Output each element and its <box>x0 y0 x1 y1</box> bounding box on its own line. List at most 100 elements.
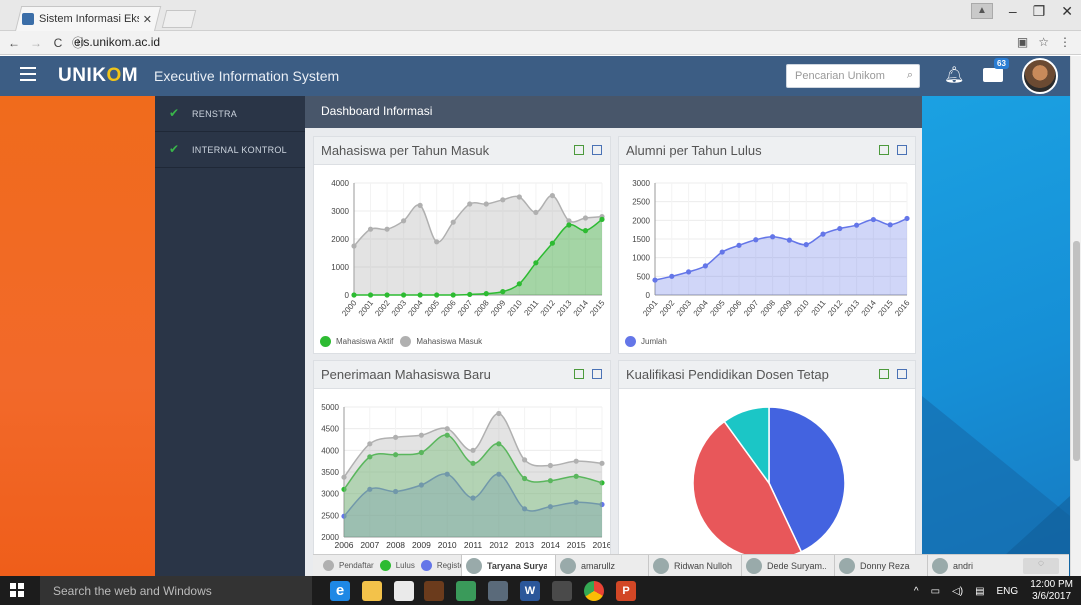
app-icon[interactable] <box>424 581 444 601</box>
y-tick-label: 500 <box>637 272 651 281</box>
page-scrollbar[interactable] <box>1070 56 1081 576</box>
clock[interactable]: 12:00 PM 3/6/2017 <box>1030 579 1073 603</box>
hamburger-menu-icon[interactable] <box>20 67 36 81</box>
search-icon[interactable]: ⌕ <box>907 69 913 82</box>
sidebar-item-label: RENSTRA <box>192 108 238 119</box>
y-tick-label: 2500 <box>632 198 650 207</box>
data-point <box>367 226 374 232</box>
panel-penerimaan-mahasiswa-baru: Penerimaan Mahasiswa Baru 2000 2500 3000 35… <box>313 360 611 576</box>
volume-icon[interactable]: ◁) <box>952 586 963 597</box>
profile-icon[interactable]: ▲ <box>970 3 993 19</box>
minimize-icon[interactable]: – <box>1009 3 1017 20</box>
data-point <box>549 240 555 246</box>
legend-label[interactable]: Jumlah <box>641 337 667 346</box>
app-icon[interactable] <box>456 581 476 601</box>
y-tick-label: 1000 <box>331 263 349 272</box>
file-explorer-icon[interactable] <box>362 581 382 601</box>
chat-user-tab[interactable]: Ridwan Nulloh <box>648 555 741 576</box>
x-tick-label: 2012 <box>539 298 558 318</box>
app-icon[interactable] <box>552 581 572 601</box>
new-tab-button[interactable] <box>161 10 197 28</box>
notification-icon[interactable]: ▤ <box>975 586 984 597</box>
expand-panel-icon[interactable] <box>897 369 907 379</box>
data-point <box>582 228 589 234</box>
forward-icon[interactable]: → <box>28 36 44 50</box>
data-point <box>467 291 473 298</box>
show-hidden-icons-icon[interactable]: ^ <box>914 586 919 597</box>
chrome-icon[interactable] <box>584 581 604 601</box>
minimize-panel-icon[interactable] <box>574 145 584 155</box>
sidebar-item-internal-kontrol[interactable]: ✔ INTERNAL KONTROL <box>155 132 305 168</box>
legend-label[interactable]: Pendaftar <box>339 561 374 570</box>
data-point <box>870 216 876 223</box>
x-tick-label: 2001 <box>357 298 376 318</box>
chat-user-tab[interactable]: amarullz <box>555 555 648 576</box>
windows-start-icon[interactable] <box>10 583 24 597</box>
notification-bell-icon[interactable]: 🔔︎ <box>944 65 964 85</box>
data-point <box>549 193 555 199</box>
store-icon[interactable] <box>394 581 414 601</box>
data-point <box>351 292 357 298</box>
x-tick-label: 2007 <box>456 298 475 318</box>
search-input[interactable]: Pencarian Unikom ⌕ <box>786 64 920 88</box>
sidebar-item-label: INTERNAL KONTROL <box>192 144 287 155</box>
data-point <box>384 292 390 298</box>
taskbar-search-box[interactable]: Search the web and Windows <box>40 576 312 605</box>
edge-browser-icon[interactable]: e <box>330 581 350 601</box>
expand-panel-icon[interactable] <box>592 145 602 155</box>
series-area <box>655 218 907 295</box>
network-icon[interactable]: ▭ <box>931 586 940 597</box>
menu-dots-icon[interactable]: ⋮ <box>1059 35 1071 49</box>
expand-panel-icon[interactable] <box>592 369 602 379</box>
sidebar-item-renstra[interactable]: ✔ RENSTRA <box>155 96 305 132</box>
chat-user-tab[interactable]: Donny Reza <box>834 555 927 576</box>
data-point <box>401 292 407 298</box>
mail-icon[interactable] <box>983 68 1003 82</box>
chat-avatar <box>839 558 855 574</box>
chat-avatar <box>560 558 576 574</box>
x-tick-label: 2002 <box>373 298 392 318</box>
scrollbar-thumb[interactable] <box>1073 241 1080 461</box>
close-window-icon[interactable]: ✕ <box>1061 3 1073 20</box>
shield-check-icon: ✔ <box>169 106 180 120</box>
reload-icon[interactable]: C <box>50 36 66 50</box>
chat-avatar <box>653 558 669 574</box>
language-indicator[interactable]: ENG <box>997 586 1019 597</box>
x-tick-label: 2011 <box>464 540 483 550</box>
legend-label[interactable]: Mahasiswa Masuk <box>416 337 482 346</box>
data-point <box>719 249 725 255</box>
site-header: UNIKOM Executive Information System Penc… <box>0 56 1070 96</box>
chat-user-tab[interactable]: andri <box>927 555 1020 576</box>
word-icon[interactable]: W <box>520 581 540 601</box>
panel-header: Mahasiswa per Tahun Masuk <box>314 137 610 165</box>
y-tick-label: 1500 <box>632 235 650 244</box>
chat-user-name: Dede Suryam... <box>767 561 826 571</box>
legend-label[interactable]: Mahasiswa Aktif <box>336 337 393 346</box>
chat-bar: Pendaftar Lulus Register Taryana Surya..… <box>313 554 1069 576</box>
data-point <box>652 277 658 283</box>
chat-user-name: Ridwan Nulloh <box>674 561 733 571</box>
powerpoint-icon[interactable]: P <box>616 581 636 601</box>
brand-logo[interactable]: UNIKOM <box>58 65 138 87</box>
user-avatar[interactable] <box>1022 58 1058 94</box>
url-field[interactable]: eis.unikom.ac.id <box>74 35 160 49</box>
minimize-panel-icon[interactable] <box>879 369 889 379</box>
minimize-panel-icon[interactable] <box>574 369 584 379</box>
translate-icon[interactable]: ▣ <box>1017 35 1028 49</box>
chat-bubble-icon[interactable]: ◌ <box>1023 558 1059 574</box>
bookmark-star-icon[interactable]: ☆ <box>1038 35 1049 49</box>
web-page: UNIKOM Executive Information System Penc… <box>0 56 1070 576</box>
restore-icon[interactable]: ❐ <box>1033 3 1046 20</box>
minimize-panel-icon[interactable] <box>879 145 889 155</box>
expand-panel-icon[interactable] <box>897 145 907 155</box>
app-icon[interactable] <box>488 581 508 601</box>
browser-tab-content[interactable]: Sistem Informasi Eksekut ✕ <box>22 10 152 28</box>
chat-user-name: amarullz <box>581 561 616 571</box>
chat-user-tab[interactable]: Dede Suryam... <box>741 555 834 576</box>
back-icon[interactable]: ← <box>6 36 22 50</box>
data-point <box>450 292 456 298</box>
legend-label[interactable]: Lulus <box>396 561 415 570</box>
chat-user-tab[interactable]: Taryana Surya... <box>461 555 555 576</box>
x-tick-label: 2006 <box>439 298 458 318</box>
close-tab-icon[interactable]: ✕ <box>143 13 152 26</box>
